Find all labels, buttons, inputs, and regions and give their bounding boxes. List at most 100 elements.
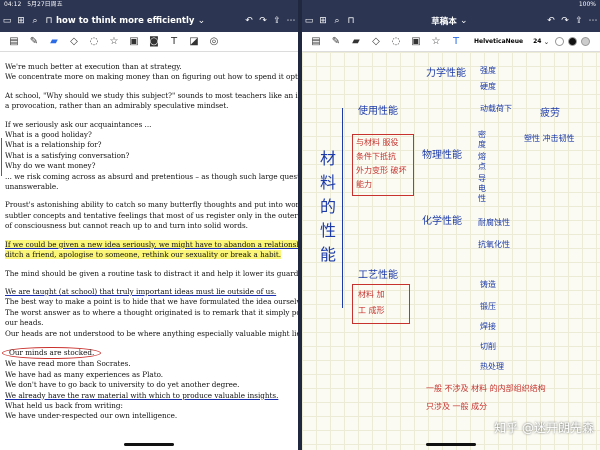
hw-red-box1-line1: 与材料 服役	[356, 138, 399, 147]
highlighter-icon[interactable]: ▰	[346, 36, 366, 47]
home-indicator[interactable]	[426, 443, 476, 446]
red-bracket-annotation	[1, 138, 5, 176]
lasso-icon[interactable]: ◌	[386, 36, 406, 47]
font-name[interactable]: HelveticaNeue	[474, 38, 523, 45]
circled-annotation: Our minds are stocked.	[2, 346, 102, 360]
hw-main-char-2: 料	[320, 173, 337, 192]
hw-process-performance: 工艺性能	[358, 270, 398, 281]
page-view-icon[interactable]: ▤	[306, 36, 326, 47]
hw-casting: 铸造	[480, 280, 496, 289]
hw-red-box2-line2: 工 成形	[358, 306, 385, 315]
color-black-swatch[interactable]	[568, 37, 578, 46]
hw-bottom-note-1: 一般 不涉及 材料 的内部组织结构	[426, 384, 546, 393]
hw-heat-treatment: 热处理	[480, 362, 504, 371]
hw-phys-4: 点	[478, 162, 486, 171]
left-tool-bar: ▤ ✎ ▰ ◇ ◌ ☆ ▣ ◙ T ◪ ◎	[0, 32, 298, 52]
right-tool-bar: ▤ ✎ ▰ ◇ ◌ ▣ ☆ T HelveticaNeue 24 ⌄	[302, 32, 600, 52]
highlighter-icon[interactable]: ▰	[44, 36, 64, 47]
hw-oxidation: 抗氧化性	[478, 240, 510, 249]
bookmark-icon[interactable]: ⊓	[344, 16, 358, 26]
bookmark-icon[interactable]: ⊓	[42, 16, 56, 26]
hw-bottom-note-2: 只涉及 一般 成分	[426, 402, 488, 411]
hw-red-box1-line3: 外力变形 破坏	[356, 166, 407, 175]
hw-red-box2-line1: 材料 加	[358, 290, 385, 299]
sidebar-icon[interactable]: ▭	[302, 16, 316, 26]
watermark: 知乎 @迷开朗先森	[494, 421, 594, 435]
text-icon[interactable]: T	[164, 36, 184, 47]
hw-main-char-4: 性	[320, 221, 337, 240]
document-body: We're much better at execution than at s…	[2, 62, 298, 430]
hw-cutting: 切削	[480, 342, 496, 351]
hw-phys-5: 导	[478, 174, 486, 183]
font-chevron-icon[interactable]: ⌄	[541, 38, 551, 46]
page-view-icon[interactable]: ▤	[4, 36, 24, 47]
status-date: 5月27日周五	[27, 1, 63, 8]
hw-phys-2: 度	[478, 140, 486, 149]
title-chevron-icon[interactable]: ⌄	[194, 16, 208, 26]
hw-chemical: 化学性能	[422, 216, 462, 227]
color-gray-swatch[interactable]	[581, 37, 591, 46]
paragraph-2: At school, "Why should we study this sub…	[5, 90, 298, 111]
shapes-icon[interactable]: ☆	[104, 36, 124, 47]
hw-phys-6: 电	[478, 184, 486, 193]
paragraph-7: We are taught (at school) that truly imp…	[5, 286, 298, 338]
paragraph-8: Our minds are stocked. We have read more…	[2, 346, 295, 422]
notebook-title[interactable]: 草稿本	[431, 15, 457, 27]
left-nav-bar: ▭ ⊞ ⌕ ⊓ how to think more efficiently ⌄ …	[0, 10, 298, 32]
shapes-icon[interactable]: ☆	[426, 36, 446, 47]
hw-main-char-5: 能	[320, 245, 337, 264]
status-bar: 04:12 5月27日周五	[0, 0, 298, 10]
more-icon[interactable]: ⋯	[586, 16, 600, 26]
share-icon[interactable]: ⇪	[270, 16, 284, 26]
hw-corrosion: 耐腐蚀性	[478, 218, 510, 227]
search-icon[interactable]: ⌕	[28, 16, 42, 26]
font-size[interactable]: 24	[533, 38, 541, 45]
hw-use-performance: 使用性能	[358, 106, 398, 117]
hw-red-box1-line2: 条件下抵抗	[356, 152, 396, 161]
hw-phys-3: 熔	[478, 152, 486, 161]
color-white-swatch[interactable]	[555, 37, 565, 46]
paragraph-3: If we seriously ask our acquaintances ..…	[5, 119, 298, 192]
paragraph-6: The mind should be given a routine task …	[5, 268, 298, 278]
document-title[interactable]: how to think more efficiently	[56, 16, 194, 26]
eraser-icon[interactable]: ◇	[64, 36, 84, 47]
pen-icon[interactable]: ✎	[24, 36, 44, 47]
title-chevron-icon[interactable]: ⌄	[457, 16, 471, 26]
redo-icon[interactable]: ↷	[256, 16, 270, 26]
battery-status: 100%	[578, 1, 596, 8]
hw-forging: 锻压	[480, 302, 496, 311]
undo-icon[interactable]: ↶	[544, 16, 558, 26]
hw-stiffness: 硬度	[480, 82, 496, 91]
hw-main-bracket	[342, 108, 346, 308]
hw-dynamic-strength: 动载荷下	[480, 104, 512, 113]
sidebar-icon[interactable]: ▭	[0, 16, 14, 26]
lasso-icon[interactable]: ◌	[84, 36, 104, 47]
right-nav-bar: ▭ ⊞ ⌕ ⊓ 草稿本 ⌄ ↶ ↷ ⇪ ⋯	[302, 10, 600, 32]
hw-fatigue: 疲劳	[540, 108, 560, 119]
home-indicator[interactable]	[124, 443, 174, 446]
paragraph-4: Proust's astonishing ability to catch so…	[5, 200, 298, 231]
search-icon[interactable]: ⌕	[330, 16, 344, 26]
undo-icon[interactable]: ↶	[242, 16, 256, 26]
pen-icon[interactable]: ✎	[326, 36, 346, 47]
left-pane: 04:12 5月27日周五 ▭ ⊞ ⌕ ⊓ how to think more …	[0, 0, 298, 450]
image-icon[interactable]: ▣	[406, 36, 426, 47]
redo-icon[interactable]: ↷	[558, 16, 572, 26]
camera-icon[interactable]: ◙	[144, 36, 164, 47]
ruler-icon[interactable]: ◪	[184, 36, 204, 47]
grid-icon[interactable]: ⊞	[14, 16, 28, 26]
paragraph-5-highlighted: If we could be given a new idea seriousl…	[5, 239, 298, 261]
text-icon[interactable]: T	[446, 36, 466, 47]
eraser-icon[interactable]: ◇	[366, 36, 386, 47]
hw-plasticity: 塑性 冲击韧性	[524, 134, 575, 143]
hw-main-char-3: 的	[320, 197, 337, 216]
laser-icon[interactable]: ◎	[204, 36, 224, 47]
share-icon[interactable]: ⇪	[572, 16, 586, 26]
hw-phys-1: 密	[478, 130, 486, 139]
hw-phys-7: 性	[478, 194, 486, 203]
image-icon[interactable]: ▣	[124, 36, 144, 47]
grid-icon[interactable]: ⊞	[316, 16, 330, 26]
hw-welding: 焊接	[480, 322, 496, 331]
more-icon[interactable]: ⋯	[284, 16, 298, 26]
hw-physical: 物理性能	[422, 150, 462, 161]
